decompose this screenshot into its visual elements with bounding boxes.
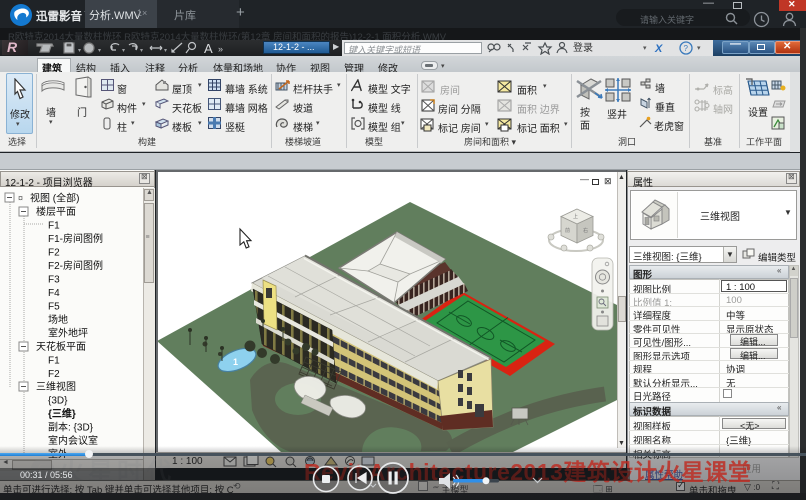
svg-text:F2: F2 [48, 369, 60, 380]
svg-text:楼层平面: 楼层平面 [36, 205, 76, 218]
svg-text:?: ? [684, 44, 689, 53]
svg-text:F5: F5 [48, 302, 60, 313]
svg-text:1: 1 [233, 357, 238, 367]
svg-text:F3: F3 [48, 275, 60, 286]
svg-text:F1: F1 [48, 221, 60, 232]
svg-text:▾: ▾ [697, 45, 701, 52]
svg-text:场地: 场地 [48, 313, 68, 326]
svg-text:登录: 登录 [573, 41, 593, 54]
svg-text:上: 上 [573, 213, 578, 220]
svg-text:▾: ▾ [140, 48, 143, 54]
svg-text:天花板平面: 天花板平面 [36, 340, 86, 353]
svg-text:前: 前 [565, 227, 570, 234]
svg-text:{3D}: {3D} [48, 396, 68, 407]
svg-text:▾: ▾ [643, 45, 647, 52]
svg-text:F1: F1 [48, 356, 60, 367]
svg-text:F2: F2 [48, 248, 60, 259]
svg-text:{三维}: {三维} [48, 407, 76, 420]
svg-text:F4: F4 [48, 288, 60, 299]
svg-text:▾: ▾ [78, 48, 81, 54]
svg-text:F1-房间图例: F1-房间图例 [48, 232, 103, 245]
svg-text:副本: {3D}: 副本: {3D} [48, 421, 94, 434]
svg-text:视图 (全部): 视图 (全部) [30, 192, 79, 205]
svg-text:▾: ▾ [98, 48, 101, 54]
svg-text:A: A [204, 41, 213, 56]
svg-text:三维视图: 三维视图 [36, 380, 76, 393]
svg-text:F2-房间图例: F2-房间图例 [48, 259, 103, 272]
svg-text:»: » [218, 44, 223, 54]
svg-text:▾: ▾ [122, 48, 125, 54]
svg-text:¤: ¤ [18, 193, 23, 203]
svg-text:右: 右 [583, 227, 588, 234]
svg-text:▾: ▾ [164, 48, 167, 54]
svg-text:X: X [654, 43, 663, 55]
svg-text:室外地坪: 室外地坪 [48, 327, 88, 340]
